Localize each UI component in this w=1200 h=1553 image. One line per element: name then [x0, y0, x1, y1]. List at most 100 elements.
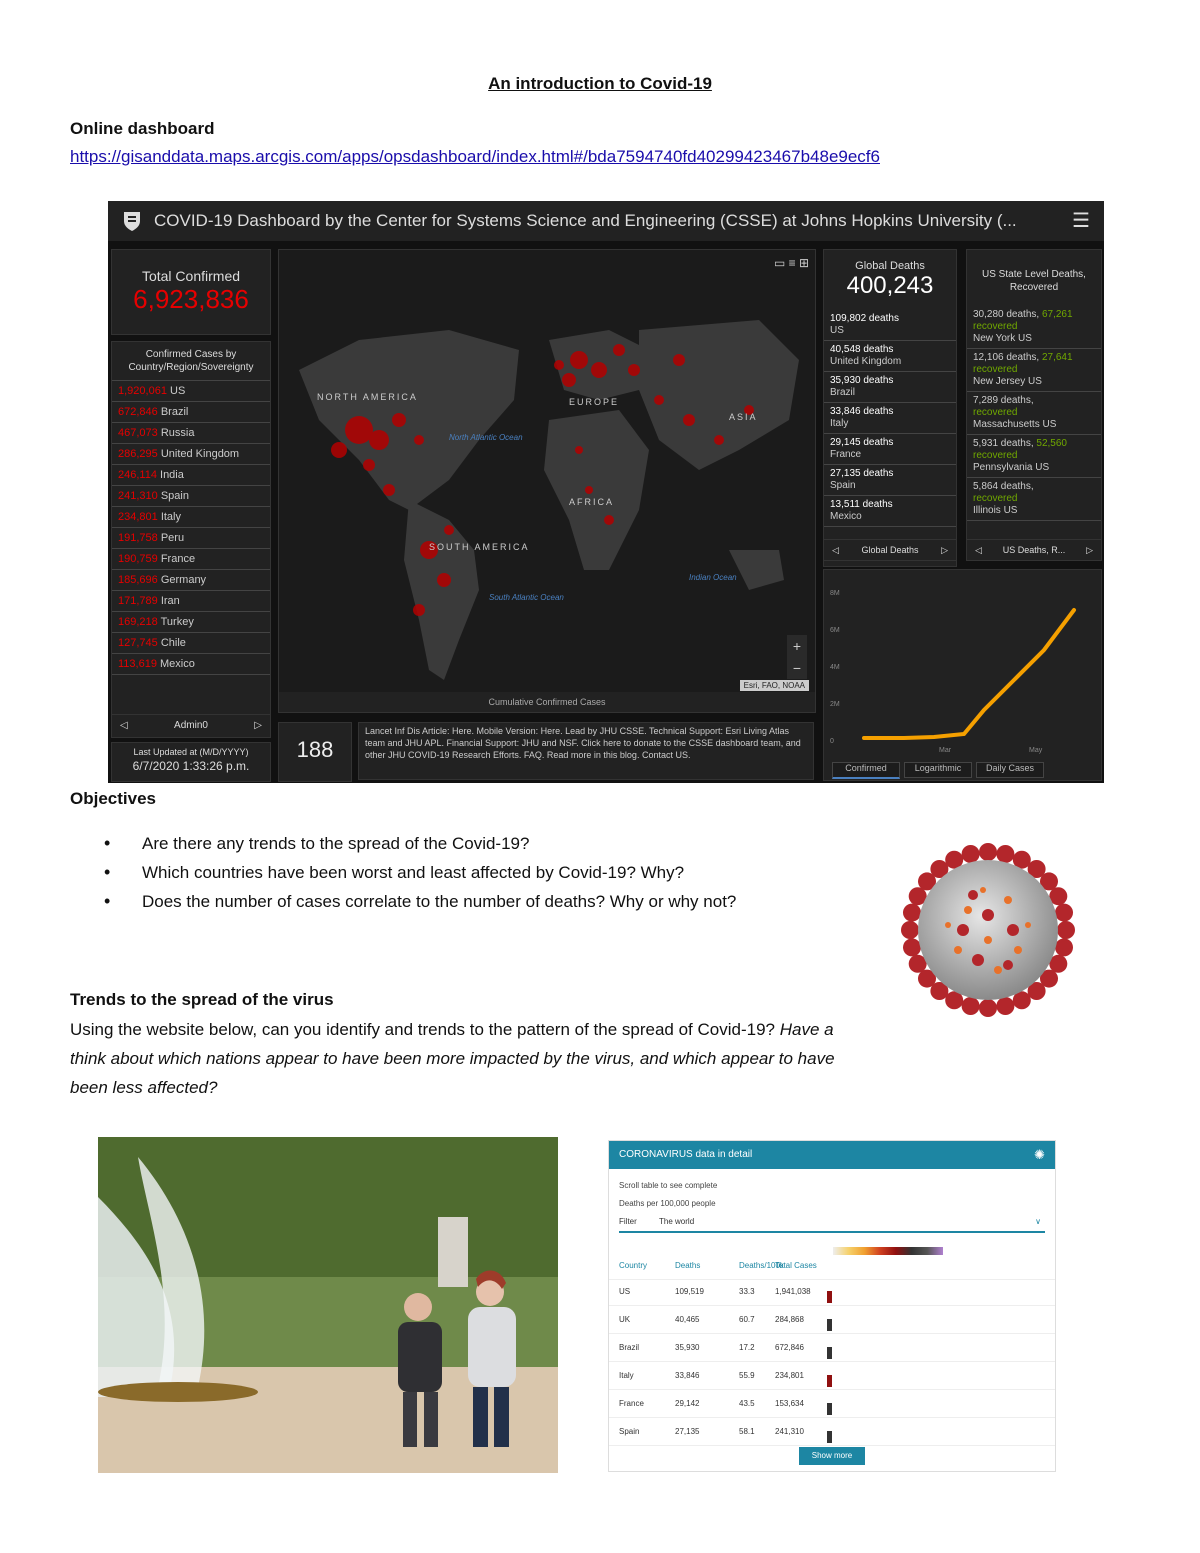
us-state-deaths: 7,289 deaths, [973, 395, 1034, 406]
chevron-down-icon[interactable]: ∨ [1035, 1217, 1041, 1226]
deaths-list[interactable]: 109,802 deaths US 40,548 deaths United King… [824, 310, 956, 527]
table-cell: 60.7 [739, 1315, 755, 1324]
us-state-deaths: 12,106 deaths, [973, 352, 1040, 363]
country-cases: 246,114 [118, 469, 157, 481]
objective-item: Does the number of cases correlate to th… [70, 887, 870, 916]
dashboard-title: COVID-19 Dashboard by the Center for Sys… [154, 211, 1017, 230]
global-deaths-nav[interactable]: ◁ Global Deaths ▷ [823, 539, 957, 561]
us-state-recovered-label: recovered [973, 321, 1018, 332]
chart-tab-logarithmic[interactable]: Logarithmic [904, 762, 972, 778]
trend-chart-panel: 0 2M 4M 6M 8M Mar May Confirmed Logarithmic Dail… [823, 569, 1102, 781]
country-list-item[interactable]: 1,920,061 US [112, 381, 270, 402]
country-list-item[interactable]: 191,758 Peru [112, 528, 270, 549]
admin-nav[interactable]: ◁ Admin0 ▷ [111, 714, 271, 738]
us-state-deaths-line: 5,931 deaths, 52,560 [973, 438, 1095, 450]
table-row[interactable]: US 109,519 33.3 1,941,038 [609, 1281, 1055, 1306]
table-row[interactable]: Italy 33,846 55.9 234,801 [609, 1365, 1055, 1390]
info-panel: Lancet Inf Dis Article: Here. Mobile Ver… [358, 722, 814, 780]
objectives-list: Are there any trends to the spread of th… [70, 829, 870, 916]
death-country: United Kingdom [830, 356, 902, 367]
table-cell: 27,135 [675, 1427, 700, 1436]
country-list-item[interactable]: 286,295 United Kingdom [112, 444, 270, 465]
world-map[interactable]: NORTH AMERICA SOUTH AMERICA EUROPE AFRIC… [278, 249, 816, 713]
hamburger-menu-icon[interactable]: ☰ [1072, 201, 1090, 241]
country-cases: 169,218 [118, 616, 158, 628]
table-filter[interactable]: Filter The world ∨ [619, 1217, 1045, 1233]
country-cases: 190,759 [118, 553, 158, 565]
dashboard-link[interactable]: https://gisanddata.maps.arcgis.com/apps/… [70, 147, 880, 167]
us-state-deaths: 5,931 deaths, [973, 438, 1034, 449]
label-north-america: NORTH AMERICA [317, 392, 418, 402]
country-list-item[interactable]: 672,846 Brazil [112, 402, 270, 423]
table-cell: 33.3 [739, 1287, 755, 1296]
document-title: An introduction to Covid-19 [488, 74, 712, 93]
label-south-atlantic: South Atlantic Ocean [489, 593, 564, 602]
map-toolbar-icons[interactable]: ▭ ≡ ⊞ [774, 256, 809, 270]
show-more-button[interactable]: Show more [799, 1447, 865, 1465]
table-cell: 109,519 [675, 1287, 704, 1296]
us-prev-arrow-icon[interactable]: ◁ [975, 540, 982, 560]
country-list-item[interactable]: 169,218 Turkey [112, 612, 270, 633]
deaths-list-item[interactable]: 27,135 deaths Spain [824, 465, 956, 496]
country-list-item[interactable]: 190,759 France [112, 549, 270, 570]
country-list-item[interactable]: 234,801 Italy [112, 507, 270, 528]
table-cell: Spain [619, 1427, 640, 1436]
us-next-arrow-icon[interactable]: ▷ [1086, 540, 1093, 560]
country-cases: 113,619 [118, 658, 157, 670]
us-state-item[interactable]: 5,931 deaths, 52,560 recovered Pennsylvani… [967, 435, 1101, 478]
chart-tab-confirmed[interactable]: Confirmed [832, 762, 900, 779]
us-nav-label: US Deaths, R... [1002, 545, 1066, 555]
death-country: France [830, 449, 862, 460]
deaths-next-arrow-icon[interactable]: ▷ [941, 540, 948, 560]
deaths-list-item[interactable]: 35,930 deaths Brazil [824, 372, 956, 403]
heat-strip [827, 1341, 1037, 1359]
country-list-panel: Confirmed Cases by Country/Region/Sovere… [111, 341, 271, 715]
us-state-item[interactable]: 12,106 deaths, 27,641 recovered New Jersey… [967, 349, 1101, 392]
country-list[interactable]: 1,920,061 US 672,846 Brazil 467,073 Russia… [112, 381, 270, 675]
heat-strip [827, 1285, 1037, 1303]
count-panel: 188 [278, 722, 352, 782]
column-header: Country [619, 1261, 648, 1270]
us-state-recovered-label: recovered [973, 493, 1018, 504]
country-name: Russia [157, 427, 195, 439]
country-list-item[interactable]: 246,114 India [112, 465, 270, 486]
deaths-list-item[interactable]: 109,802 deaths US [824, 310, 956, 341]
us-state-list[interactable]: 30,280 deaths, 67,261 recovered New York U… [967, 306, 1101, 521]
us-state-item[interactable]: 5,864 deaths, recovered Illinois US [967, 478, 1101, 521]
table-row[interactable]: Spain 27,135 58.1 241,310 [609, 1421, 1055, 1446]
table-row[interactable]: Brazil 35,930 17.2 672,846 [609, 1337, 1055, 1362]
country-name: France [157, 553, 196, 565]
us-state-recovered: 67,261 [1039, 309, 1073, 320]
deaths-list-item[interactable]: 33,846 deaths Italy [824, 403, 956, 434]
next-arrow-icon[interactable]: ▷ [254, 715, 262, 737]
table-row[interactable]: UK 40,465 60.7 284,868 [609, 1309, 1055, 1334]
deaths-list-item[interactable]: 13,511 deaths Mexico [824, 496, 956, 527]
heat-strip [827, 1425, 1037, 1443]
prev-arrow-icon[interactable]: ◁ [120, 715, 128, 737]
count-value: 188 [296, 737, 334, 762]
chart-tab-daily-cases[interactable]: Daily Cases [976, 762, 1044, 778]
deaths-list-item[interactable]: 29,145 deaths France [824, 434, 956, 465]
table-metric: Deaths per 100,000 people [619, 1199, 716, 1208]
country-list-item[interactable]: 127,745 Chile [112, 633, 270, 654]
country-list-item[interactable]: 113,619 Mexico [112, 654, 270, 675]
us-state-deaths: 30,280 deaths, [973, 309, 1040, 320]
us-state-name: Massachusetts US [973, 419, 1057, 430]
objective-item: Which countries have been worst and leas… [70, 858, 870, 887]
zoom-controls[interactable]: + − [787, 635, 807, 679]
country-name: Brazil [157, 406, 189, 418]
table-cell: 35,930 [675, 1343, 700, 1352]
us-state-item[interactable]: 7,289 deaths, recovered Massachusetts US [967, 392, 1101, 435]
global-deaths-value: 400,243 [846, 272, 934, 299]
country-name: India [156, 469, 184, 481]
us-state-item[interactable]: 30,280 deaths, 67,261 recovered New York U… [967, 306, 1101, 349]
deaths-prev-arrow-icon[interactable]: ◁ [832, 540, 839, 560]
table-cell: 43.5 [739, 1399, 755, 1408]
country-list-item[interactable]: 467,073 Russia [112, 423, 270, 444]
us-nav[interactable]: ◁ US Deaths, R... ▷ [966, 539, 1102, 561]
country-list-item[interactable]: 171,789 Iran [112, 591, 270, 612]
country-list-item[interactable]: 241,310 Spain [112, 486, 270, 507]
deaths-list-item[interactable]: 40,548 deaths United Kingdom [824, 341, 956, 372]
table-row[interactable]: France 29,142 43.5 153,634 [609, 1393, 1055, 1418]
country-list-item[interactable]: 185,696 Germany [112, 570, 270, 591]
